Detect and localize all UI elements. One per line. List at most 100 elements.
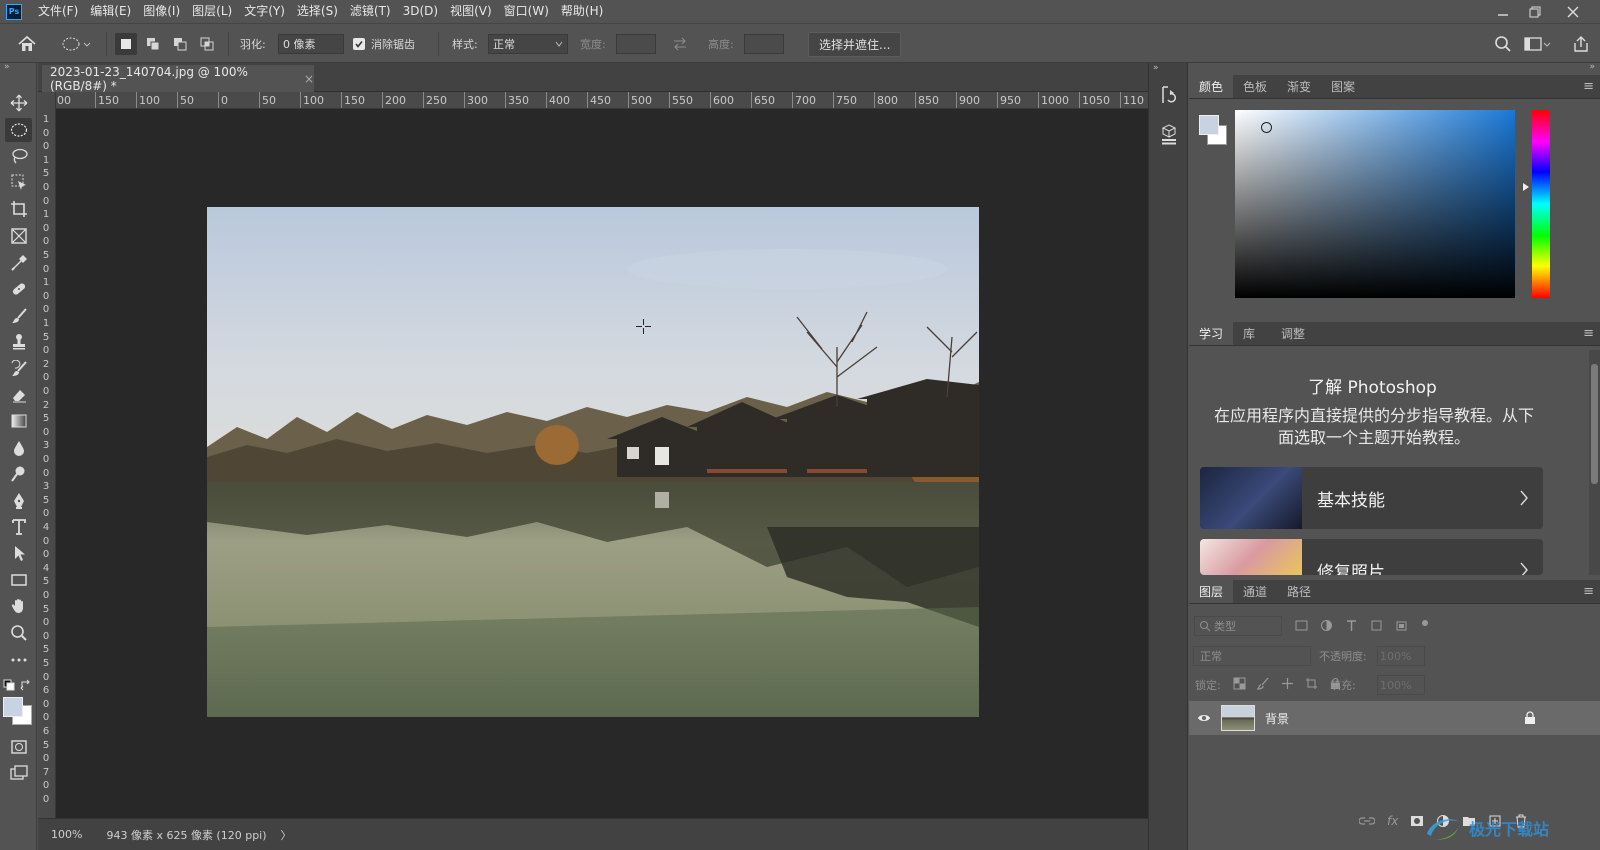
layer-style-icon[interactable]: fx xyxy=(1387,814,1398,828)
healing-brush-tool-icon[interactable] xyxy=(5,277,32,301)
rectangle-tool-icon[interactable] xyxy=(5,568,32,592)
document-tab[interactable]: 2023-01-23_140704.jpg @ 100%(RGB/8#) * × xyxy=(42,65,314,93)
shape-filter-icon[interactable] xyxy=(1370,619,1383,632)
hue-slider-handle-icon[interactable] xyxy=(1522,180,1530,194)
swap-colors-icon[interactable] xyxy=(20,679,32,694)
tab-channels[interactable]: 通道 xyxy=(1233,579,1277,603)
subtract-from-selection-icon[interactable] xyxy=(169,33,191,55)
eraser-tool-icon[interactable] xyxy=(5,383,32,407)
restore-icon[interactable] xyxy=(1518,0,1552,23)
lock-artboard-icon[interactable] xyxy=(1305,677,1318,690)
intersect-selection-icon[interactable] xyxy=(196,33,218,55)
layer-name[interactable]: 背景 xyxy=(1265,710,1289,727)
fill-input[interactable]: 100% xyxy=(1377,675,1425,695)
menu-3d[interactable]: 3D(D) xyxy=(397,0,444,23)
tool-preset-picker[interactable] xyxy=(60,24,92,64)
menu-edit[interactable]: 编辑(E) xyxy=(84,0,137,23)
path-selection-tool-icon[interactable] xyxy=(5,541,32,565)
layer-filter-select[interactable]: 类型 xyxy=(1194,616,1282,636)
filter-toggle-icon[interactable] xyxy=(1420,619,1430,632)
eyedropper-tool-icon[interactable] xyxy=(5,251,32,275)
menu-layer[interactable]: 图层(L) xyxy=(186,0,238,23)
quick-mask-icon[interactable] xyxy=(5,735,32,759)
history-brush-tool-icon[interactable] xyxy=(5,357,32,381)
new-selection-icon[interactable] xyxy=(115,33,137,55)
layers-panel-menu-icon[interactable]: ≡ xyxy=(1583,584,1594,599)
zoom-tool-icon[interactable] xyxy=(5,621,32,645)
lock-transparent-icon[interactable] xyxy=(1233,677,1246,690)
tab-layers[interactable]: 图层 xyxy=(1189,579,1234,603)
learn-card-fix-photos[interactable]: 修复照片 xyxy=(1200,539,1543,575)
crop-tool-icon[interactable] xyxy=(5,197,32,221)
tab-learn[interactable]: 学习 xyxy=(1189,321,1234,345)
color-picker-cursor[interactable] xyxy=(1261,122,1272,133)
learn-panel-menu-icon[interactable]: ≡ xyxy=(1583,326,1594,341)
share-icon[interactable] xyxy=(1572,24,1590,64)
color-panel-menu-icon[interactable]: ≡ xyxy=(1583,79,1594,94)
elliptical-marquee-tool-icon[interactable] xyxy=(5,118,32,142)
tab-color[interactable]: 颜色 xyxy=(1189,74,1234,98)
menu-file[interactable]: 文件(F) xyxy=(32,0,84,23)
hue-slider[interactable] xyxy=(1532,110,1550,298)
screen-mode-icon[interactable] xyxy=(5,761,32,785)
document-image[interactable] xyxy=(207,207,979,717)
zoom-level[interactable]: 100% xyxy=(51,828,82,841)
expand-panels-icon[interactable]: » xyxy=(1153,63,1159,73)
style-select[interactable]: 正常 xyxy=(488,34,568,54)
close-tab-icon[interactable]: × xyxy=(304,72,314,86)
gradient-tool-icon[interactable] xyxy=(5,409,32,433)
close-icon[interactable] xyxy=(1556,0,1590,23)
tab-patterns[interactable]: 图案 xyxy=(1321,74,1365,98)
properties-panel-icon[interactable] xyxy=(1160,123,1178,148)
history-panel-icon[interactable] xyxy=(1160,85,1178,110)
blend-mode-select[interactable]: 正常 xyxy=(1193,646,1311,666)
adjustment-filter-icon[interactable] xyxy=(1320,619,1333,632)
menu-view[interactable]: 视图(V) xyxy=(444,0,498,23)
collapse-panels-icon[interactable]: » xyxy=(1589,62,1595,72)
smart-object-filter-icon[interactable] xyxy=(1395,619,1408,632)
scrollbar-thumb[interactable] xyxy=(1591,364,1598,484)
lasso-tool-icon[interactable] xyxy=(5,144,32,168)
minimize-icon[interactable] xyxy=(1486,0,1520,23)
eye-icon[interactable] xyxy=(1197,712,1211,727)
feather-input[interactable]: 0 像素 xyxy=(278,34,344,54)
menu-filter[interactable]: 滤镜(T) xyxy=(344,0,397,23)
antialias-checkbox[interactable] xyxy=(353,38,365,50)
object-selection-tool-icon[interactable] xyxy=(5,170,32,194)
lock-position-icon[interactable] xyxy=(1281,677,1294,690)
opacity-input[interactable]: 100% xyxy=(1377,646,1425,666)
photoshop-logo-icon[interactable]: Ps xyxy=(6,3,22,20)
swap-dimensions-icon[interactable] xyxy=(672,24,688,64)
search-icon[interactable] xyxy=(1494,24,1512,64)
clone-stamp-tool-icon[interactable] xyxy=(5,330,32,354)
tab-gradients[interactable]: 渐变 xyxy=(1277,74,1321,98)
dodge-tool-icon[interactable] xyxy=(5,462,32,486)
link-layers-icon[interactable] xyxy=(1359,815,1375,827)
default-colors-icon[interactable] xyxy=(3,679,15,694)
menu-select[interactable]: 选择(S) xyxy=(291,0,344,23)
workspace-icon[interactable] xyxy=(1524,24,1552,64)
tab-adjustments[interactable]: 调整 xyxy=(1271,321,1315,345)
pen-tool-icon[interactable] xyxy=(5,489,32,513)
home-button[interactable] xyxy=(16,24,38,64)
learn-card-basic-skills[interactable]: 基本技能 xyxy=(1200,467,1543,529)
blur-tool-icon[interactable] xyxy=(5,436,32,460)
layer-row[interactable]: 背景 xyxy=(1189,701,1600,735)
tab-libraries[interactable]: 库 xyxy=(1233,321,1265,345)
menu-help[interactable]: 帮助(H) xyxy=(555,0,609,23)
select-and-mask-button[interactable]: 选择并遮住... xyxy=(808,31,902,57)
menu-window[interactable]: 窗口(W) xyxy=(498,0,555,23)
brush-tool-icon[interactable] xyxy=(5,304,32,328)
color-field[interactable] xyxy=(1235,110,1515,298)
learn-panel-scrollbar[interactable] xyxy=(1589,350,1600,575)
height-input[interactable] xyxy=(744,34,784,54)
frame-tool-icon[interactable] xyxy=(5,224,32,248)
more-tools-icon[interactable] xyxy=(5,648,32,672)
add-to-selection-icon[interactable] xyxy=(142,33,164,55)
tab-paths[interactable]: 路径 xyxy=(1277,579,1321,603)
layer-lock-icon[interactable] xyxy=(1524,711,1536,727)
canvas-area[interactable] xyxy=(56,109,1148,818)
pixel-filter-icon[interactable] xyxy=(1295,619,1308,632)
status-menu-arrow[interactable]: 〉 xyxy=(281,827,292,843)
hand-tool-icon[interactable] xyxy=(5,594,32,618)
